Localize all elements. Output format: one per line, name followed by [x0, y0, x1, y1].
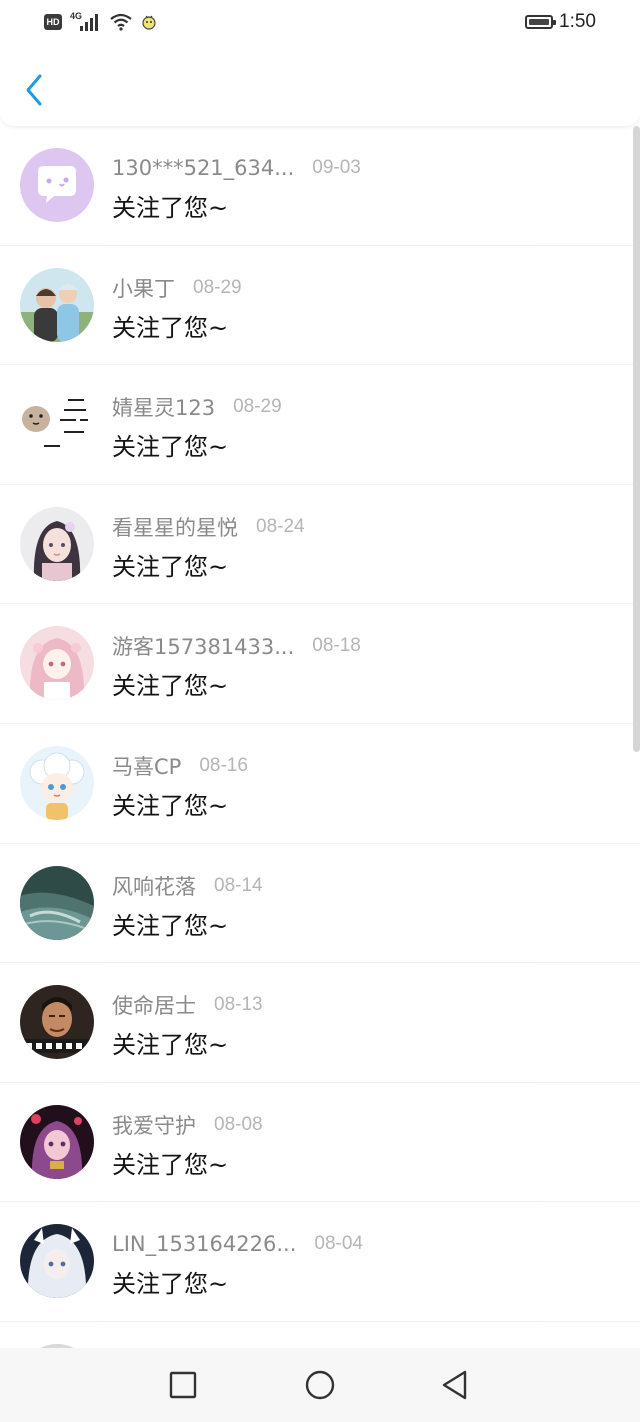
header-bar: [0, 44, 640, 126]
item-date: 08-04: [314, 1233, 363, 1255]
user-name[interactable]: 看星星的星悦: [112, 512, 238, 542]
item-date: 08-29: [193, 276, 242, 298]
user-name[interactable]: 我爱守护: [112, 1110, 196, 1140]
list-item[interactable]: 看星星的星悦 08-24 关注了您~: [0, 485, 640, 605]
avatar[interactable]: [20, 506, 94, 581]
back-button[interactable]: [18, 70, 50, 110]
item-message: 关注了您~: [112, 672, 229, 701]
avatar[interactable]: [20, 745, 94, 820]
user-name[interactable]: 游客157381433...: [112, 631, 294, 661]
app-screen: HD 4G 1:50 130***521_634... 09-03 关注了您~ …: [0, 0, 640, 1422]
status-left-icons: HD 4G: [44, 10, 158, 34]
item-meta: LIN_153164226... 08-04: [112, 1230, 363, 1258]
avatar[interactable]: [20, 1224, 94, 1299]
avatar[interactable]: [20, 985, 94, 1060]
item-meta: 我爱守护 08-08: [112, 1111, 263, 1139]
list-item[interactable]: 马喜CP 08-16 关注了您~: [0, 724, 640, 844]
avatar[interactable]: [20, 387, 94, 462]
avatar[interactable]: [20, 865, 94, 940]
status-right-icons: 1:50: [525, 10, 596, 34]
list-item[interactable]: LIN_153164226... 08-04 关注了您~: [0, 1202, 640, 1322]
signal-icon: 4G: [70, 11, 102, 33]
item-meta: 风响花落 08-14: [112, 872, 263, 900]
circle-icon: [305, 1370, 335, 1400]
home-button[interactable]: [303, 1368, 337, 1402]
list-item[interactable]: 婧星灵123 08-29 关注了您~: [0, 365, 640, 485]
recent-apps-button[interactable]: [166, 1368, 200, 1402]
status-bar: HD 4G 1:50: [0, 0, 640, 44]
system-nav-bar: [0, 1348, 640, 1422]
item-message: 关注了您~: [112, 1270, 229, 1299]
list-item[interactable]: 游客157381433... 08-18 关注了您~: [0, 604, 640, 724]
triangle-left-icon: [442, 1370, 467, 1400]
item-message: 关注了您~: [112, 194, 229, 222]
hd-badge: HD: [44, 14, 62, 30]
item-date: 08-08: [214, 1113, 263, 1135]
list-item[interactable]: [0, 1322, 640, 1348]
list-item[interactable]: 130***521_634... 09-03 关注了您~: [0, 126, 640, 246]
user-name[interactable]: 风响花落: [112, 871, 196, 901]
square-icon: [169, 1371, 197, 1399]
item-meta: 看星星的星悦 08-24: [112, 513, 305, 541]
item-date: 08-14: [214, 874, 263, 896]
list-item[interactable]: 风响花落 08-14 关注了您~: [0, 844, 640, 964]
item-meta: 使命居士 08-13: [112, 991, 263, 1019]
item-meta: 游客157381433... 08-18: [112, 632, 361, 660]
battery-icon: [525, 15, 557, 29]
item-meta: 小果丁 08-29: [112, 274, 242, 302]
scrollbar[interactable]: [633, 126, 640, 752]
avatar[interactable]: [20, 148, 94, 222]
user-name[interactable]: LIN_153164226...: [112, 1232, 296, 1256]
user-name[interactable]: 130***521_634...: [112, 156, 294, 180]
item-message: 关注了您~: [112, 911, 229, 940]
notification-list: 130***521_634... 09-03 关注了您~ 小果丁 08-29 关…: [0, 126, 640, 1348]
item-meta: 130***521_634... 09-03: [112, 154, 361, 182]
item-date: 08-29: [233, 396, 282, 418]
list-item[interactable]: 小果丁 08-29 关注了您~: [0, 246, 640, 366]
user-name[interactable]: 小果丁: [112, 273, 175, 303]
item-meta: 婧星灵123 08-29: [112, 393, 282, 421]
item-message: 关注了您~: [112, 552, 229, 581]
list-item[interactable]: 我爱守护 08-08 关注了您~: [0, 1083, 640, 1203]
signal-bars: [80, 14, 98, 31]
item-date: 08-16: [199, 754, 248, 776]
item-message: 关注了您~: [112, 313, 229, 342]
item-message: 关注了您~: [112, 1150, 229, 1179]
avatar[interactable]: [20, 267, 94, 342]
item-date: 08-18: [312, 635, 361, 657]
item-date: 09-03: [312, 157, 361, 178]
item-date: 08-24: [256, 515, 305, 537]
nav-back-button[interactable]: [438, 1368, 472, 1402]
status-time: 1:50: [559, 11, 596, 32]
item-meta: 马喜CP 08-16: [112, 752, 248, 780]
chevron-left-icon: [26, 74, 42, 106]
list-item[interactable]: 使命居士 08-13 关注了您~: [0, 963, 640, 1083]
item-date: 08-13: [214, 994, 263, 1016]
item-message: 关注了您~: [112, 1031, 229, 1060]
user-name[interactable]: 使命居士: [112, 990, 196, 1020]
wifi-icon: [110, 13, 132, 31]
item-message: 关注了您~: [112, 433, 229, 462]
app-notification-icon: [142, 15, 156, 30]
avatar[interactable]: [20, 626, 94, 701]
avatar[interactable]: [20, 1104, 94, 1179]
user-name[interactable]: 马喜CP: [112, 751, 181, 781]
item-message: 关注了您~: [112, 791, 229, 820]
user-name[interactable]: 婧星灵123: [112, 392, 215, 422]
